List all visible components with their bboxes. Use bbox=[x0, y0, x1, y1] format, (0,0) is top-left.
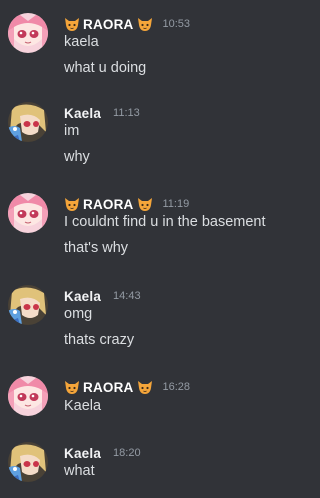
message-header: Kaela 14:43 bbox=[64, 287, 141, 305]
cat-face-emoji-icon bbox=[64, 196, 80, 212]
message-header: RAORA 11:19 bbox=[64, 195, 189, 213]
username[interactable]: Kaela bbox=[64, 289, 101, 304]
timestamp: 14:43 bbox=[113, 290, 141, 302]
username[interactable]: RAORA bbox=[83, 17, 134, 32]
timestamp: 11:13 bbox=[113, 107, 140, 119]
timestamp: 10:53 bbox=[162, 18, 191, 30]
message-text: that's why bbox=[64, 240, 129, 256]
message-header: Kaela 18:20 bbox=[64, 444, 141, 462]
timestamp: 18:20 bbox=[113, 447, 141, 459]
message-text: im bbox=[64, 123, 80, 139]
username[interactable]: Kaela bbox=[64, 446, 101, 461]
username[interactable]: RAORA bbox=[83, 197, 134, 212]
username[interactable]: Kaela bbox=[64, 106, 101, 121]
message-text: why bbox=[64, 149, 90, 165]
raora-avatar[interactable] bbox=[8, 376, 48, 416]
message-header: Kaela 11:13 bbox=[64, 104, 140, 122]
raora-avatar[interactable] bbox=[8, 13, 48, 53]
raora-avatar[interactable] bbox=[8, 193, 48, 233]
message-text: Kaela bbox=[64, 398, 102, 414]
kaela-avatar[interactable] bbox=[8, 285, 48, 325]
timestamp: 16:28 bbox=[162, 381, 191, 393]
cat-face-emoji-icon bbox=[64, 16, 80, 32]
message-text: omg bbox=[64, 306, 93, 322]
message-text: I couldnt find u in the basement bbox=[64, 214, 266, 230]
username[interactable]: RAORA bbox=[83, 380, 134, 395]
message-header: RAORA 16:28 bbox=[64, 378, 190, 396]
message-text: what u doing bbox=[64, 60, 147, 76]
kaela-avatar[interactable] bbox=[8, 442, 48, 482]
cat-face-emoji-icon bbox=[137, 196, 153, 212]
kaela-avatar[interactable] bbox=[8, 102, 48, 142]
message-text: what bbox=[64, 463, 95, 479]
cat-face-emoji-icon bbox=[137, 379, 153, 395]
message-header: RAORA 10:53 bbox=[64, 15, 190, 33]
chat-messages: RAORA 10:53 kaela what u doing Kaela 11:… bbox=[0, 0, 295, 498]
message-text: thats crazy bbox=[64, 332, 135, 348]
cat-face-emoji-icon bbox=[64, 379, 80, 395]
message-text: kaela bbox=[64, 34, 99, 50]
cat-face-emoji-icon bbox=[137, 16, 153, 32]
timestamp: 11:19 bbox=[162, 198, 190, 210]
